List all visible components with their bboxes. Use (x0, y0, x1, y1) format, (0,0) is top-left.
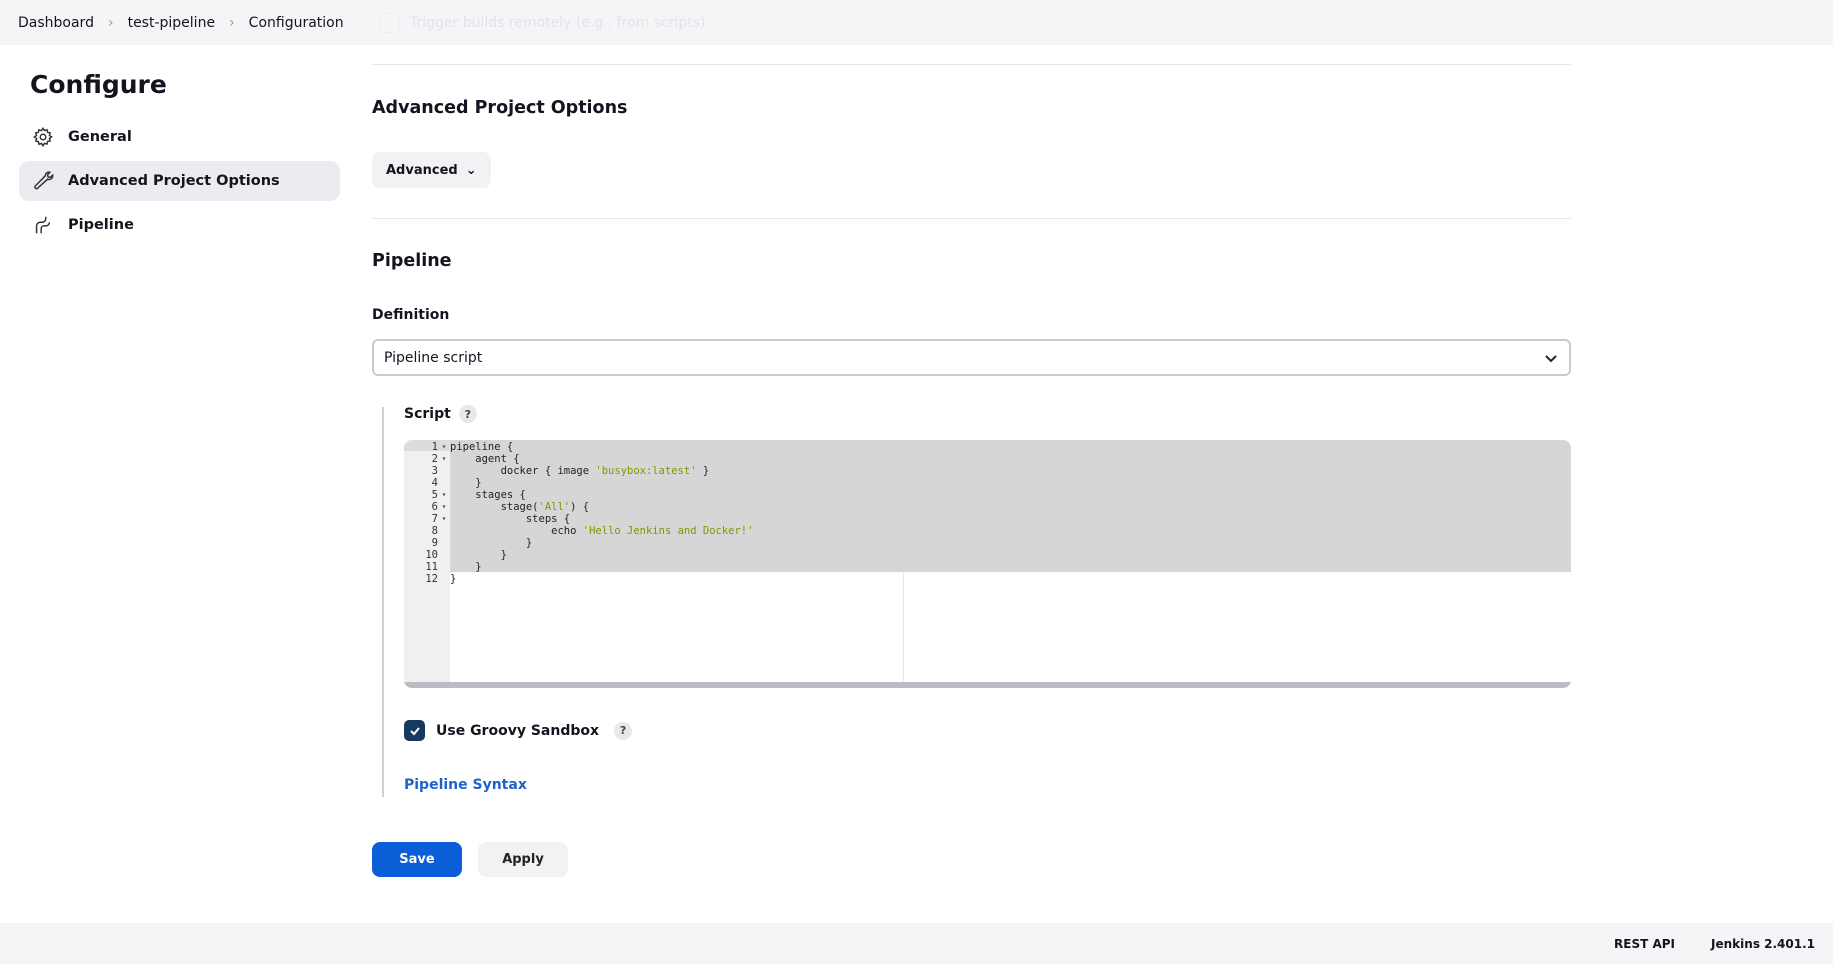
fold-arrow-icon[interactable] (438, 477, 450, 489)
sidebar-item-label: General (68, 129, 132, 145)
sidebar-item-pipeline[interactable]: Pipeline (19, 205, 340, 245)
fold-arrow-icon[interactable]: ▾ (438, 489, 450, 501)
code-text: docker { image 'busybox:latest' } (450, 465, 710, 477)
sidebar-item-advanced-project-options[interactable]: Advanced Project Options (19, 161, 340, 201)
line-number: 7 (431, 513, 438, 525)
advanced-button[interactable]: Advanced ⌄ (372, 152, 491, 188)
ghost-label: Trigger builds remotely (e.g., from scri… (410, 15, 706, 31)
apply-button[interactable]: Apply (478, 842, 568, 877)
breadcrumb: Dashboard › test-pipeline › Configuratio… (0, 0, 1833, 45)
code-line: 11 } (404, 561, 1571, 573)
code-line: 5 ▾ stages { (404, 489, 1571, 501)
fold-arrow-icon[interactable]: ▾ (438, 513, 450, 525)
code-lines: 1 ▾ pipeline {2 ▾ agent {3 docker { image '… (404, 441, 1571, 585)
sidebar: Configure General Advanced Project Optio… (19, 70, 340, 249)
code-text: } (450, 537, 533, 549)
fold-arrow-icon[interactable] (438, 573, 450, 585)
divider (372, 64, 1571, 65)
sidebar-item-label: Pipeline (68, 217, 134, 233)
print-margin (903, 572, 904, 682)
script-label-row: Script? (404, 405, 477, 423)
code-line: 12} (404, 573, 1571, 585)
line-number: 12 (425, 573, 438, 585)
code-text: pipeline { (450, 441, 514, 453)
code-line: 9 } (404, 537, 1571, 549)
code-line: 6 ▾ stage('All') { (404, 501, 1571, 513)
code-text: stage('All') { (450, 501, 590, 513)
definition-select[interactable]: Pipeline script (372, 339, 1571, 376)
sticky-ghost-option: Trigger builds remotely (e.g., from scri… (380, 10, 705, 36)
chevron-right-icon: › (107, 14, 114, 31)
script-label: Script (404, 406, 451, 422)
sidebar-item-general[interactable]: General (19, 117, 340, 157)
chevron-right-icon: › (229, 14, 235, 31)
line-number: 3 (431, 465, 438, 477)
breadcrumb-dashboard[interactable]: Dashboard (18, 15, 94, 31)
sandbox-label: Use Groovy Sandbox (436, 722, 600, 739)
code-text: agent { (450, 453, 520, 465)
definition-value: Pipeline script (384, 349, 483, 366)
chevron-down-icon: ⌄ (465, 162, 477, 178)
fold-arrow-icon[interactable] (438, 549, 450, 561)
fold-arrow-icon[interactable]: ▾ (438, 453, 450, 465)
gear-icon (32, 126, 53, 148)
horizontal-scrollbar[interactable] (404, 682, 1571, 688)
code-text: } (450, 549, 507, 561)
fold-arrow-icon[interactable] (438, 561, 450, 573)
code-line: 2 ▾ agent { (404, 453, 1571, 465)
help-icon[interactable]: ? (614, 721, 633, 740)
fold-arrow-icon[interactable]: ▾ (438, 501, 450, 513)
breadcrumb-test-pipeline[interactable]: test-pipeline (128, 15, 215, 31)
jenkins-version-link[interactable]: Jenkins 2.401.1 (1711, 937, 1815, 951)
code-text: } (450, 477, 482, 489)
line-number: 10 (425, 549, 438, 561)
groovy-sandbox-checkbox[interactable]: Use Groovy Sandbox? (404, 720, 633, 741)
line-number: 5 (431, 489, 438, 501)
breadcrumb-configuration[interactable]: Configuration (249, 15, 344, 31)
code-text: } (450, 561, 482, 573)
code-line: 8 echo 'Hello Jenkins and Docker!' (404, 525, 1571, 537)
script-editor[interactable]: 1 ▾ pipeline {2 ▾ agent {3 docker { image '… (404, 440, 1571, 688)
code-text: echo 'Hello Jenkins and Docker!' (450, 525, 754, 537)
section-indent-bar (382, 407, 384, 797)
sidebar-title: Configure (30, 70, 167, 99)
line-number: 11 (425, 561, 438, 573)
code-text: steps { (450, 513, 571, 525)
fold-arrow-icon[interactable]: ▾ (438, 441, 450, 453)
code-line: 7 ▾ steps { (404, 513, 1571, 525)
wrench-icon (34, 171, 54, 190)
line-number: 1 (431, 441, 438, 453)
code-line: 1 ▾ pipeline { (404, 441, 1571, 453)
code-line: 4 } (404, 477, 1571, 489)
sidebar-item-label: Advanced Project Options (68, 173, 280, 189)
checkbox-icon (380, 13, 400, 33)
fold-arrow-icon[interactable] (438, 537, 450, 549)
line-number: 4 (431, 477, 438, 489)
code-text: } (450, 573, 457, 585)
save-button[interactable]: Save (372, 842, 462, 877)
rest-api-link[interactable]: REST API (1614, 937, 1675, 951)
line-number: 6 (431, 501, 438, 513)
pipeline-syntax-link[interactable]: Pipeline Syntax (404, 777, 527, 793)
pipeline-icon (35, 216, 51, 234)
footer: REST API Jenkins 2.401.1 (0, 923, 1833, 964)
line-number: 2 (431, 453, 438, 465)
fold-arrow-icon[interactable] (438, 525, 450, 537)
line-number: 8 (431, 525, 438, 537)
definition-label: Definition (372, 307, 450, 323)
line-number: 9 (431, 537, 438, 549)
divider (372, 218, 1571, 219)
code-text: stages { (450, 489, 526, 501)
advanced-heading: Advanced Project Options (372, 98, 628, 118)
code-line: 3 docker { image 'busybox:latest' } (404, 465, 1571, 477)
pipeline-heading: Pipeline (372, 251, 452, 271)
check-icon (404, 720, 425, 741)
fold-arrow-icon[interactable] (438, 465, 450, 477)
help-icon[interactable]: ? (458, 405, 477, 423)
code-line: 10 } (404, 549, 1571, 561)
advanced-label: Advanced (386, 162, 458, 178)
chevron-down-icon (1545, 354, 1557, 362)
